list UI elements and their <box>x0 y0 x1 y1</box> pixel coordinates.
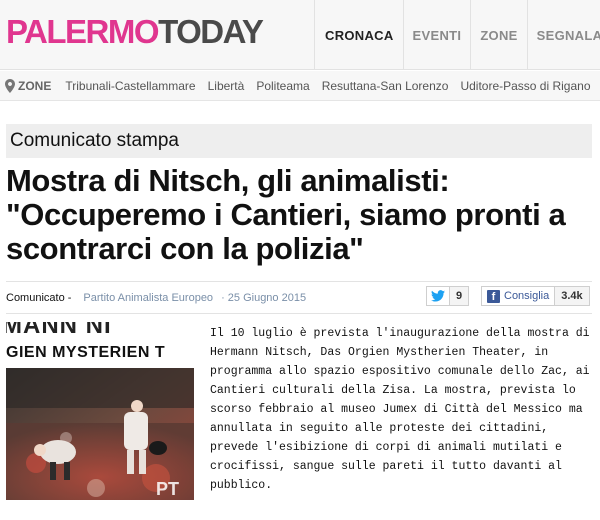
nav-item-cronaca[interactable]: CRONACA <box>314 0 403 70</box>
article-date: · 25 Giugno 2015 <box>221 292 307 304</box>
logo-part-palermo: PALERMO <box>6 13 160 50</box>
performance-photo: PT <box>6 368 194 500</box>
article-image[interactable]: MANN NI GIEN MYSTERIEN T PT <box>6 322 194 500</box>
divider <box>6 313 592 314</box>
poster-subtitle-text: GIEN MYSTERIEN T <box>6 344 166 361</box>
facebook-like-button[interactable]: f Consiglia <box>481 286 556 306</box>
site-header: PALERMOTODAY CRONACA EVENTI ZONE SEGNALA… <box>0 0 600 70</box>
article-headline: Mostra di Nitsch, gli animalisti: "Occup… <box>6 163 566 266</box>
nav-item-eventi[interactable]: EVENTI <box>402 0 471 70</box>
zones-bar: ZONE Tribunali-Castellammare Libertà Pol… <box>0 71 600 101</box>
twitter-share[interactable]: 9 <box>426 286 470 306</box>
facebook-share[interactable]: f Consiglia 3.4k <box>481 286 590 306</box>
article-category[interactable]: Comunicato stampa <box>6 124 592 158</box>
twitter-count: 9 <box>450 286 470 306</box>
nav-item-zone[interactable]: ZONE <box>470 0 526 70</box>
zones-title-label: ZONE <box>18 78 52 93</box>
twitter-bird-icon <box>431 290 445 302</box>
zone-link[interactable]: Politeama <box>256 79 309 93</box>
photo-watermark: PT <box>156 479 179 499</box>
facebook-icon: f <box>487 289 500 303</box>
zone-link[interactable]: Libertà <box>208 79 245 93</box>
divider <box>6 281 592 282</box>
zones-title[interactable]: ZONE <box>5 78 52 93</box>
article-source-link[interactable]: Partito Animalista Europeo <box>83 292 213 304</box>
map-pin-icon <box>5 78 15 93</box>
poster-title-text: MANN NI <box>6 322 112 339</box>
nav-item-segnalazioni[interactable]: SEGNALAZI <box>526 0 600 70</box>
zone-link[interactable]: Resuttana-San Lorenzo <box>322 79 449 93</box>
zone-link[interactable]: Uditore-Passo di Rigano <box>460 79 590 93</box>
facebook-count: 3.4k <box>555 286 590 306</box>
zone-link[interactable]: Tribunali-Castellammare <box>65 79 195 93</box>
main-nav: CRONACA EVENTI ZONE SEGNALAZI <box>314 0 600 70</box>
article-author: Comunicato - <box>6 292 72 304</box>
twitter-share-button[interactable] <box>426 286 450 306</box>
facebook-like-label: Consiglia <box>504 290 550 302</box>
article-body: Il 10 luglio è prevista l'inaugurazione … <box>210 327 590 492</box>
logo-part-today: TODAY <box>158 13 264 50</box>
site-logo[interactable]: PALERMOTODAY <box>6 12 264 52</box>
article-meta: Comunicato - Partito Animalista Europeo … <box>6 288 306 308</box>
poster-header: MANN NI GIEN MYSTERIEN T <box>6 322 194 368</box>
